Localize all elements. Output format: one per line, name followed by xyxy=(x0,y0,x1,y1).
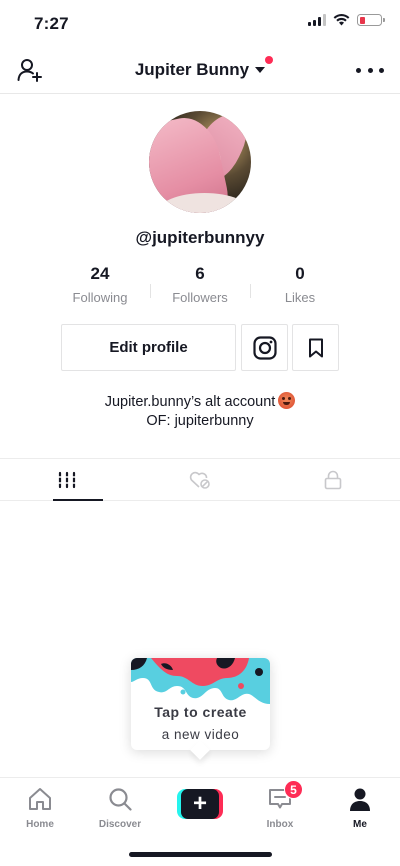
tooltip-title: Tap to create xyxy=(154,704,247,720)
search-icon xyxy=(109,788,132,811)
plus-icon: + xyxy=(181,789,219,819)
nav-label: Home xyxy=(26,819,54,830)
stat-value: 0 xyxy=(295,264,305,283)
bio-line: OF: jupiterbunny xyxy=(146,413,254,429)
home-indicator xyxy=(129,852,272,857)
bookmark-icon xyxy=(308,338,323,357)
inbox-badge: 5 xyxy=(284,780,303,799)
nav-label: Inbox xyxy=(266,819,294,830)
nav-label: Me xyxy=(353,819,367,830)
instagram-button[interactable] xyxy=(241,324,288,371)
bio-line: Jupiter.bunny’s alt account xyxy=(104,394,276,410)
grid-icon xyxy=(57,471,76,488)
stat-label: Likes xyxy=(284,290,316,305)
status-icons xyxy=(308,14,385,26)
profile-header: Jupiter Bunny xyxy=(0,46,400,94)
tab-private[interactable] xyxy=(267,459,400,500)
account-switcher[interactable]: Jupiter Bunny xyxy=(0,60,400,80)
liked-hidden-icon xyxy=(189,471,210,489)
content-tabs xyxy=(0,458,400,501)
wifi-icon xyxy=(333,14,350,26)
avatar[interactable] xyxy=(149,111,251,213)
profile-stats: 24 Following 6 Followers 0 Likes xyxy=(50,264,350,310)
notification-dot xyxy=(265,56,273,64)
edit-profile-button[interactable]: Edit profile xyxy=(61,324,236,371)
battery-icon xyxy=(357,14,385,26)
create-video-tooltip[interactable]: Tap to create a new video xyxy=(131,658,270,760)
tab-liked[interactable] xyxy=(133,459,266,500)
nav-me[interactable]: Me xyxy=(328,785,392,830)
nav-home[interactable]: Home xyxy=(8,785,72,830)
stat-label: Followers xyxy=(172,290,228,305)
person-icon xyxy=(350,788,370,811)
nav-label: Discover xyxy=(98,819,142,830)
sick-face-emoji-icon xyxy=(278,392,296,409)
status-bar: 7:27 xyxy=(0,0,400,46)
profile-bio: Jupiter.bunny’s alt account OF: jupiterb… xyxy=(0,392,400,431)
favorites-button[interactable] xyxy=(292,324,339,371)
tooltip-subtitle: a new video xyxy=(161,727,240,742)
stat-label: Following xyxy=(72,290,128,305)
stat-following[interactable]: 24 Following xyxy=(50,264,150,310)
tooltip-illustration xyxy=(131,658,270,704)
stat-value: 24 xyxy=(90,264,110,283)
create-video-button[interactable]: + xyxy=(177,789,223,819)
home-icon xyxy=(29,788,51,810)
cellular-signal-icon xyxy=(308,14,326,26)
chevron-down-icon xyxy=(255,67,266,73)
more-options-button[interactable] xyxy=(356,58,384,82)
username: @jupiterbunnyy xyxy=(135,228,265,247)
stat-likes[interactable]: 0 Likes xyxy=(250,264,350,310)
stat-followers[interactable]: 6 Followers xyxy=(150,264,250,310)
stat-value: 6 xyxy=(195,264,205,283)
instagram-icon xyxy=(252,335,277,360)
status-time: 7:27 xyxy=(34,14,69,33)
nav-discover[interactable]: Discover xyxy=(88,785,152,830)
tab-videos[interactable] xyxy=(0,459,133,501)
account-name: Jupiter Bunny xyxy=(134,60,250,79)
lock-icon xyxy=(325,470,342,489)
